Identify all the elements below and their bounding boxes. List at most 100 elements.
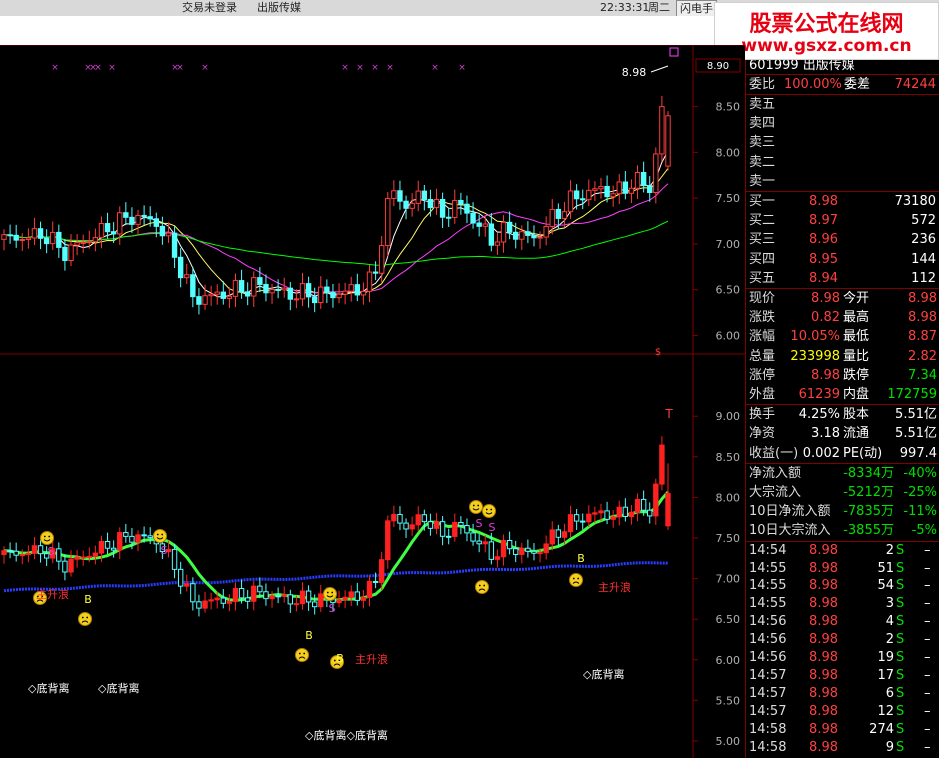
- candle-body: [488, 223, 495, 246]
- signal-marker: ×: [431, 63, 439, 73]
- weibi-value: 100.00%: [784, 77, 842, 92]
- sell-label: S: [489, 521, 496, 534]
- site-watermark: 股票公式在线网 www.gsxz.com.cn: [714, 2, 939, 60]
- tick-row: 14:56 8.98 19 S –: [746, 649, 939, 667]
- flow-percent: -5%: [911, 523, 937, 539]
- stat-value: 8.98: [811, 291, 840, 306]
- sell-label: S: [476, 517, 483, 530]
- candle-body: [336, 293, 342, 299]
- candle-body: [147, 216, 153, 220]
- candle-body: [238, 280, 245, 293]
- sell-signal-icon-eye: [43, 535, 46, 538]
- tick-dash: –: [924, 578, 931, 594]
- tick-side: S: [896, 650, 905, 665]
- candle-body: [92, 237, 99, 243]
- ind-candle-body: [580, 520, 586, 523]
- tick-row: 14:56 8.98 2 S –: [746, 631, 939, 649]
- tick-dash: –: [924, 685, 931, 701]
- ind-candle-body: [110, 547, 117, 551]
- candle-body: [324, 286, 330, 294]
- fund-value: 4.25%: [798, 407, 840, 423]
- order-label: 卖五: [749, 97, 776, 112]
- candle-body: [513, 231, 519, 240]
- candle-body: [232, 280, 239, 297]
- candle-body: [226, 295, 233, 299]
- ind-candle-body: [348, 591, 354, 598]
- tick-price: 8.98: [809, 560, 838, 576]
- stat-value: 10.05%: [790, 329, 840, 345]
- candle-body: [214, 291, 220, 295]
- ind-candle-body: [1, 550, 7, 556]
- ind-candle-body: [263, 591, 269, 600]
- trade-status: 交易未登录: [182, 1, 237, 14]
- order-volume: 236: [911, 232, 936, 248]
- stat-label: 涨跌: [749, 310, 776, 326]
- ind-candle-body: [257, 585, 263, 593]
- candle-body: [184, 274, 190, 279]
- tick-volume: 2: [885, 632, 894, 648]
- tick-price: 8.98: [809, 667, 838, 683]
- candle-body: [123, 212, 129, 218]
- fund-row: 收益(一) 0.002 PE(动) 997.4: [746, 444, 939, 463]
- candle-body: [537, 236, 543, 239]
- candle-body: [604, 185, 610, 198]
- ind-candle-body: [634, 498, 641, 513]
- signal-marker: ×: [108, 63, 116, 73]
- stat-value: 7.34: [908, 367, 937, 383]
- ind-candle-body: [537, 552, 543, 555]
- sell-signal-icon-eye: [477, 504, 480, 507]
- ind-candle-body: [117, 532, 123, 551]
- ind-candle-body: [549, 529, 555, 545]
- tick-dash: –: [924, 542, 931, 558]
- buy-signal-icon-eye: [86, 616, 89, 619]
- ind-candle-body: [372, 580, 379, 583]
- candle-body: [403, 200, 409, 209]
- ind-candle-body: [232, 588, 239, 603]
- tick-price: 8.98: [809, 578, 838, 594]
- candle-body: [19, 239, 25, 242]
- order-price: 8.96: [809, 232, 838, 248]
- tick-row: 14:57 8.98 12 S –: [746, 703, 939, 721]
- tick-price: 8.98: [809, 650, 838, 665]
- last-close-label: 8.98: [622, 66, 647, 79]
- candle-body: [129, 216, 135, 225]
- tick-volume: 54: [877, 578, 894, 594]
- candle-body: [549, 208, 555, 227]
- candle-body: [409, 202, 415, 209]
- tick-row: 14:57 8.98 17 S –: [746, 667, 939, 685]
- buy-signal-icon-eye: [577, 577, 580, 580]
- stat-label: 外盘: [749, 387, 776, 402]
- ind-candle-body: [129, 535, 135, 543]
- flow-row: 10日大宗流入 -3855万 -5%: [746, 521, 939, 540]
- candle-body: [653, 153, 659, 194]
- sell-signal-icon-eye: [490, 508, 493, 511]
- stat-value: 0.82: [811, 310, 840, 326]
- tick-time: 14:55: [749, 596, 787, 612]
- kline-chart[interactable]: 8.50 8.00 7.50 7.00 6.50 6.00 8.90 9.00 8.50 8.00…: [0, 45, 745, 758]
- candle-body: [378, 245, 385, 274]
- flow-percent: -11%: [903, 504, 937, 520]
- tick-dash: –: [924, 703, 931, 719]
- candle-body: [561, 211, 568, 219]
- ind-candle-body: [445, 535, 452, 538]
- tick-volume: 3: [885, 596, 894, 612]
- tick-row: 14:54 8.98 2 S –: [746, 542, 939, 560]
- candle-body: [464, 203, 470, 214]
- ind-candle-body: [470, 532, 476, 542]
- candle-body: [305, 283, 312, 298]
- ind-candle-body: [342, 596, 348, 601]
- ind-candle-body: [202, 600, 208, 609]
- ind-candle-body: [403, 522, 409, 530]
- ind-candle-body: [287, 594, 294, 605]
- candle-body: [104, 223, 111, 233]
- ind-candle-body: [104, 540, 111, 549]
- tick-side: S: [896, 721, 905, 737]
- candle-body: [141, 214, 147, 218]
- tick-time: 14:54: [749, 542, 787, 558]
- stat-value: 8.98: [811, 367, 840, 383]
- ind-candle-body: [610, 516, 616, 520]
- order-buy-row: 买一 8.98 73180: [746, 192, 939, 211]
- buy-signal-icon-eye: [572, 577, 575, 580]
- candle-body: [56, 231, 62, 248]
- tick-row: 14:56 8.98 4 S –: [746, 613, 939, 631]
